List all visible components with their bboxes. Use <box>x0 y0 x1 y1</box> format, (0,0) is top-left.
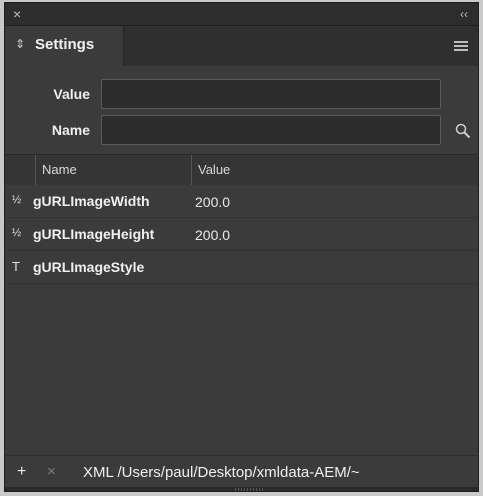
panel-tab-row: ⇕ Settings <box>5 26 478 66</box>
column-header-value[interactable]: Value <box>198 162 230 177</box>
collapse-panel-icon[interactable]: ‹‹ <box>460 5 468 23</box>
table-row[interactable]: ½ gURLImageHeight 200.0 <box>5 218 478 251</box>
search-icon[interactable] <box>455 123 471 139</box>
table-header: Name Value <box>5 154 478 186</box>
resize-grip[interactable] <box>5 487 478 491</box>
name-label: Name <box>51 122 90 138</box>
column-header-name[interactable]: Name <box>42 162 77 177</box>
tab-settings-label: Settings <box>35 36 95 53</box>
column-separator[interactable] <box>191 155 192 185</box>
variable-value[interactable]: 200.0 <box>195 227 230 243</box>
value-input[interactable] <box>101 79 441 109</box>
text-type-icon: T <box>12 259 20 274</box>
variable-name: gURLImageStyle <box>33 259 145 275</box>
variables-list: ½ gURLImageWidth 200.0 ½ gURLImageHeight… <box>5 185 478 284</box>
tab-settings[interactable]: ⇕ Settings <box>5 26 124 66</box>
xml-data-path: XML /Users/paul/Desktop/xmldata-AEM/~ <box>83 464 360 481</box>
table-row[interactable]: T gURLImageStyle <box>5 251 478 284</box>
resize-handle-icon[interactable] <box>235 488 265 491</box>
variable-name: gURLImageWidth <box>33 193 150 209</box>
add-variable-icon[interactable]: + <box>17 463 26 481</box>
close-icon[interactable]: × <box>13 5 21 23</box>
panel-statusbar: + × XML /Users/paul/Desktop/xmldata-AEM/… <box>5 455 478 488</box>
name-input[interactable] <box>101 115 441 145</box>
settings-panel: × ‹‹ ⇕ Settings Value Name Name Value ½ … <box>4 2 479 492</box>
number-type-icon: ½ <box>12 227 22 239</box>
table-row[interactable]: ½ gURLImageWidth 200.0 <box>5 185 478 218</box>
number-type-icon: ½ <box>12 194 22 206</box>
sort-arrows-icon: ⇕ <box>15 37 26 51</box>
delete-variable-icon[interactable]: × <box>47 463 56 480</box>
panel-menu-icon[interactable] <box>454 41 468 51</box>
value-row: Value <box>5 79 478 109</box>
value-label: Value <box>53 86 90 102</box>
variable-name: gURLImageHeight <box>33 226 155 242</box>
column-separator[interactable] <box>35 155 36 185</box>
panel-titlebar: × ‹‹ <box>5 3 478 26</box>
variable-value[interactable]: 200.0 <box>195 194 230 210</box>
name-row: Name <box>5 115 478 145</box>
